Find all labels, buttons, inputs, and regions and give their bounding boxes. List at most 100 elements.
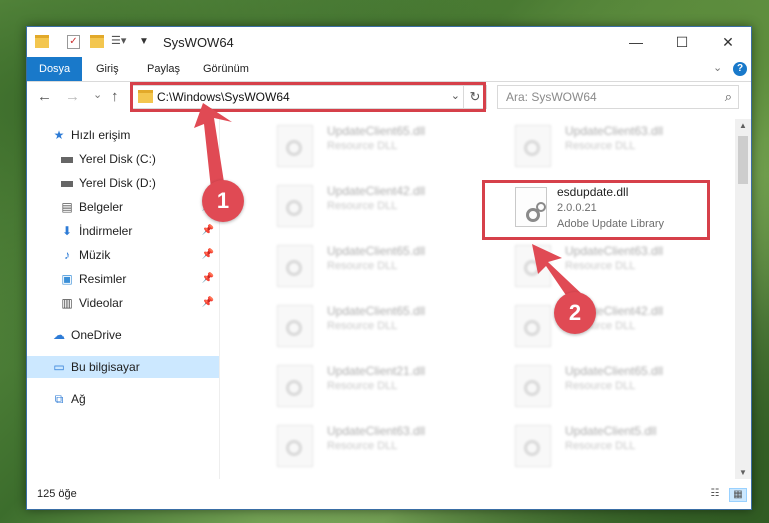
dll-file-icon [277,305,313,347]
file-name: UpdateClient5.dll [565,424,657,438]
dll-file-icon [515,425,551,467]
file-item[interactable]: UpdateClient21.dll Resource DLL [277,361,497,413]
search-icon[interactable]: ⌕ [725,89,732,105]
sidebar-item-drive-c[interactable]: Yerel Disk (C:) [27,148,219,170]
up-button[interactable]: ↑ [111,88,119,105]
quick-access-dropdown-icon[interactable]: ▼ [139,35,153,48]
gear-icon [524,260,540,276]
file-description: Resource DLL [565,380,636,392]
gear-icon [524,320,540,336]
properties-icon[interactable]: ✓ [67,35,80,49]
dll-file-icon [277,125,313,167]
file-description: Resource DLL [327,320,398,332]
file-list: UpdateClient65.dll Resource DLL UpdateCl… [223,119,733,479]
gear-icon [286,200,302,216]
sidebar-item-onedrive[interactable]: ☁ OneDrive [27,324,219,346]
sidebar-item-videos[interactable]: ▥ Videolar 📌 [27,292,219,314]
drive-icon [60,176,74,190]
scrollbar-thumb[interactable] [738,136,748,184]
drive-icon [60,152,74,166]
pin-icon[interactable]: 📌 [202,292,214,314]
file-item[interactable]: UpdateClient63.dll Resource DLL [277,421,497,473]
file-name: UpdateClient63.dll [327,424,426,438]
sidebar-item-label: OneDrive [71,328,122,342]
sidebar-item-documents[interactable]: ▤ Belgeler 📌 [27,196,219,218]
file-item[interactable]: UpdateClient42.dll Resource DLL [515,301,733,353]
maximize-button[interactable]: ☐ [659,27,705,57]
tab-home[interactable]: Giriş [96,57,119,81]
sidebar-item-downloads[interactable]: ⬇ İndirmeler 📌 [27,220,219,242]
sidebar-item-label: Yerel Disk (C:) [79,152,156,166]
pin-icon[interactable]: 📌 [202,244,214,266]
scroll-down-icon[interactable]: ▼ [735,468,751,477]
minimize-button[interactable]: — [613,27,659,57]
customize-toolbar-icon[interactable]: ☰▾ [111,35,126,48]
file-description: Resource DLL [565,140,636,152]
vertical-scrollbar[interactable]: ▲ ▼ [735,119,751,479]
star-icon: ★ [53,128,65,142]
sidebar-item-label: Yerel Disk (D:) [79,176,156,190]
new-folder-icon[interactable] [90,35,104,48]
gear-icon [286,140,302,156]
folder-icon [35,35,49,48]
file-description: Resource DLL [327,140,398,152]
tab-share[interactable]: Paylaş [147,57,180,81]
recent-locations-button[interactable]: ⌄ [93,88,102,101]
file-name: UpdateClient63.dll [565,124,664,138]
sidebar-item-network[interactable]: ⧉ Ağ [27,388,219,410]
gear-icon [286,260,302,276]
computer-icon: ▭ [53,360,65,374]
dll-file-icon [277,425,313,467]
search-input[interactable]: Ara: SysWOW64 [506,90,597,104]
scroll-up-icon[interactable]: ▲ [735,121,751,130]
pin-icon[interactable]: 📌 [202,220,214,242]
gear-icon [524,440,540,456]
sidebar-item-music[interactable]: ♪ Müzik 📌 [27,244,219,266]
file-item[interactable]: UpdateClient63.dll Resource DLL [515,121,733,173]
sidebar-item-drive-d[interactable]: Yerel Disk (D:) [27,172,219,194]
large-icons-view-icon[interactable]: ▦ [729,488,747,502]
file-item[interactable]: UpdateClient5.dll Resource DLL [515,421,733,473]
music-icon: ♪ [64,248,70,262]
pin-icon[interactable]: 📌 [202,268,214,290]
file-item[interactable]: UpdateClient42.dll Resource DLL [277,181,497,233]
sidebar-item-this-pc[interactable]: ▭ Bu bilgisayar [27,356,219,378]
step-badge-2: 2 [554,292,596,334]
file-item[interactable]: UpdateClient65.dll Resource DLL [277,241,497,293]
search-box[interactable]: Ara: SysWOW64 ⌕ [497,85,739,109]
expand-ribbon-icon[interactable]: ⌄ [713,61,722,74]
dll-file-icon [515,245,551,287]
file-item[interactable]: UpdateClient65.dll Resource DLL [277,121,497,173]
dll-file-icon [515,305,551,347]
sidebar-item-quick-access[interactable]: ★ Hızlı erişim [27,124,219,146]
file-name: UpdateClient65.dll [327,244,426,258]
sidebar-item-label: İndirmeler [79,224,133,238]
navigation-pane: ★ Hızlı erişim Yerel Disk (C:) Yerel Dis… [27,119,220,479]
step-badge-1: 1 [202,180,244,222]
dll-file-icon [515,365,551,407]
close-button[interactable]: ✕ [705,27,751,57]
file-name: UpdateClient21.dll [327,364,426,378]
file-highlight [482,180,710,240]
tab-file[interactable]: Dosya [27,57,83,81]
tab-view[interactable]: Görünüm [203,57,249,81]
file-name: UpdateClient65.dll [565,364,664,378]
sidebar-item-label: Hızlı erişim [71,128,131,142]
file-item[interactable]: UpdateClient63.dll Resource DLL [515,241,733,293]
address-bar-highlight [130,82,486,112]
file-description: Resource DLL [327,380,398,392]
file-name: UpdateClient42.dll [327,184,426,198]
dll-file-icon [277,365,313,407]
help-icon[interactable]: ? [733,62,747,76]
network-icon: ⧉ [54,392,64,406]
dll-file-icon [277,185,313,227]
sidebar-item-label: Belgeler [79,200,124,214]
file-item[interactable]: UpdateClient65.dll Resource DLL [277,301,497,353]
sidebar-item-pictures[interactable]: ▣ Resimler 📌 [27,268,219,290]
gear-icon [286,380,302,396]
back-button[interactable]: ← [37,88,52,105]
sidebar-item-label: Müzik [79,248,111,262]
file-item[interactable]: UpdateClient65.dll Resource DLL [515,361,733,413]
details-view-icon[interactable]: ☷ [707,488,723,500]
forward-button[interactable]: → [65,88,80,105]
